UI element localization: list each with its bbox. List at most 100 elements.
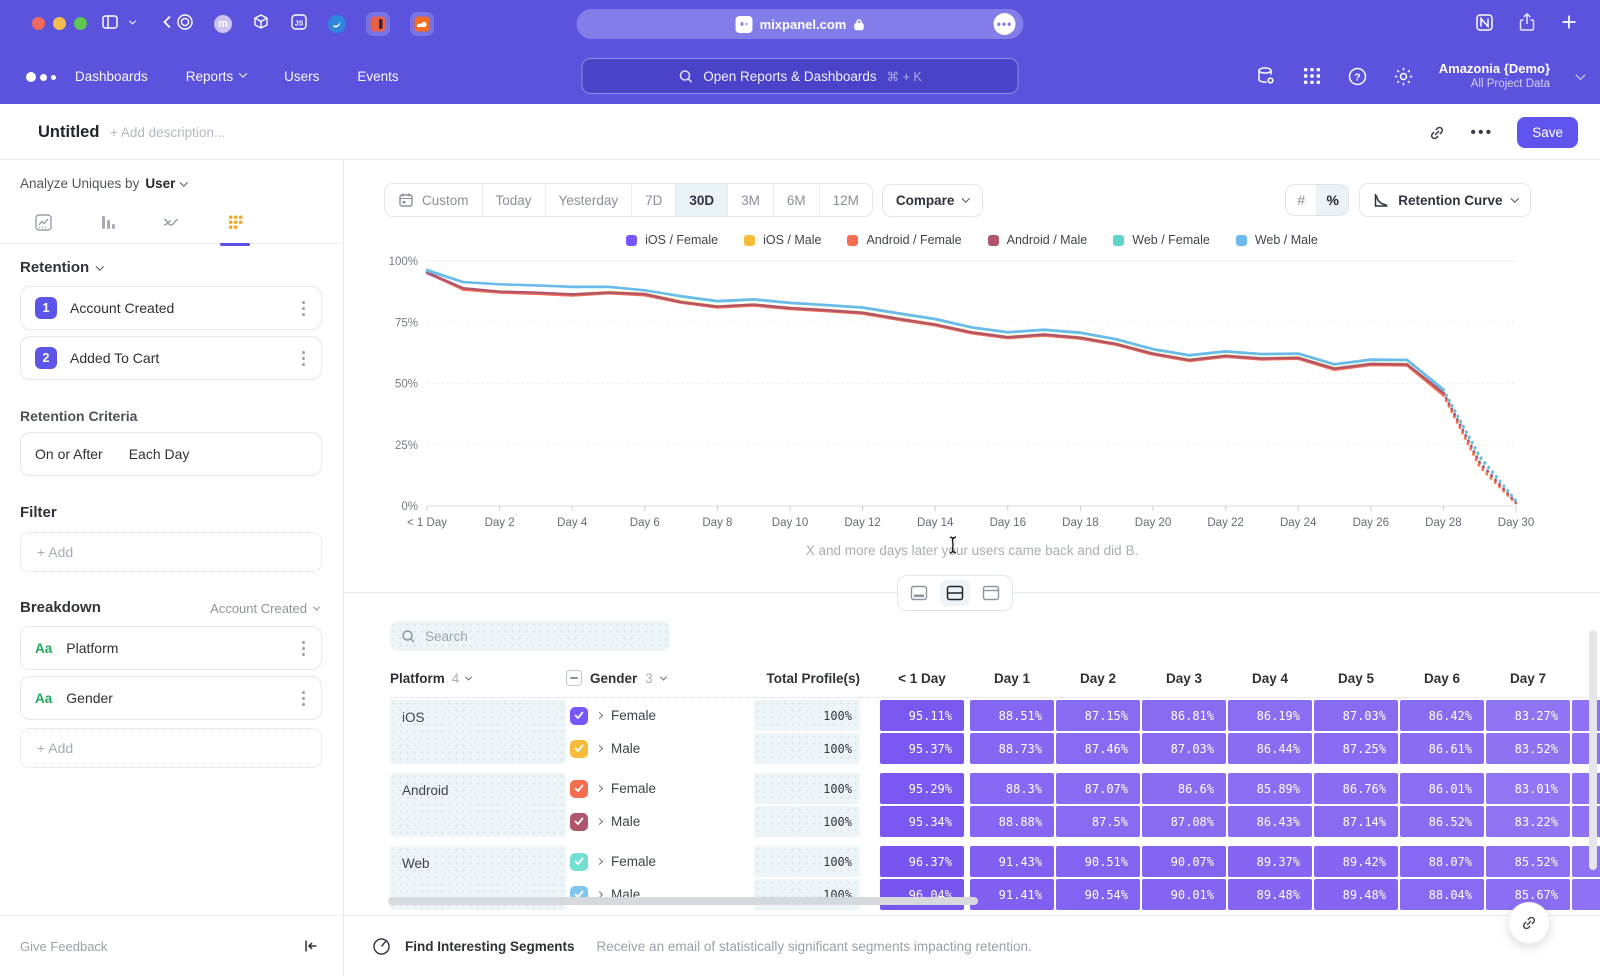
expand-row-icon[interactable] [596, 785, 603, 792]
retention-value-cell[interactable]: 96.04% [880, 879, 964, 910]
day-header[interactable]: Day 4 [1228, 671, 1312, 686]
retention-value-cell[interactable]: 85.89% [1228, 773, 1312, 804]
retention-value-cell[interactable]: 86.42% [1400, 700, 1484, 731]
day-header[interactable]: Day 1 [970, 671, 1054, 686]
retention-value-cell[interactable]: 90.07% [1142, 846, 1226, 877]
retention-value-cell[interactable]: 96.37% [880, 846, 964, 877]
range-7d[interactable]: 7D [632, 184, 676, 216]
breakdown-platform-menu-icon[interactable] [298, 637, 309, 660]
retention-value-cell[interactable]: 87.07% [1056, 773, 1140, 804]
nav-reports[interactable]: Reports [186, 69, 246, 84]
tab-retention[interactable] [214, 207, 256, 238]
range-30d[interactable]: 30D [676, 184, 728, 216]
browser-sidebar-icon[interactable] [100, 12, 120, 32]
address-bar[interactable]: mixpanel.com ••• [577, 9, 1024, 39]
retention-value-cell[interactable]: 86.19% [1228, 700, 1312, 731]
notion-icon[interactable] [1475, 13, 1494, 37]
day-header[interactable]: Day 2 [1056, 671, 1140, 686]
breakdown-gender[interactable]: Aa Gender [20, 676, 322, 720]
retention-value-cell[interactable]: 88.88% [970, 806, 1054, 837]
save-button[interactable]: Save [1517, 117, 1578, 148]
legend-item[interactable]: Web / Female [1113, 233, 1210, 247]
series-checkbox[interactable] [570, 780, 588, 798]
red-extension-icon[interactable] [366, 12, 390, 36]
collapse-sidebar-icon[interactable] [303, 938, 319, 954]
platform-cell[interactable]: Android [390, 773, 566, 837]
retention-value-cell[interactable]: 86.43% [1228, 806, 1312, 837]
nav-users[interactable]: Users [284, 69, 319, 84]
tab-funnels[interactable] [86, 207, 128, 238]
new-tab-icon[interactable] [1560, 13, 1578, 36]
retention-value-cell[interactable]: 88.73% [970, 733, 1054, 764]
expand-row-icon[interactable] [596, 745, 603, 752]
retention-value-cell[interactable]: 87.5% [1056, 806, 1140, 837]
maximize-window-icon[interactable] [74, 17, 87, 30]
retention-chart[interactable]: 100%75%50%25%0%< 1 DayDay 2Day 4Day 6Day… [380, 252, 1556, 542]
chart-type-selector[interactable]: Retention Curve [1359, 183, 1531, 217]
retention-value-cell[interactable]: 83.22% [1486, 806, 1570, 837]
give-feedback-link[interactable]: Give Feedback [20, 939, 107, 954]
breakdown-platform[interactable]: Aa Platform [20, 626, 322, 670]
day-header[interactable]: Day 3 [1142, 671, 1226, 686]
report-description-placeholder[interactable]: + Add description... [110, 125, 225, 140]
series-checkbox[interactable] [570, 853, 588, 871]
breakdown-scope-selector[interactable]: Account Created [210, 601, 319, 616]
criteria-condition[interactable]: On or After [35, 446, 103, 462]
day-header[interactable]: Day 6 [1400, 671, 1484, 686]
total-profiles-header[interactable]: Total Profile(s) [754, 671, 860, 686]
day-header[interactable]: Day 5 [1314, 671, 1398, 686]
retention-value-cell[interactable]: 85.52% [1486, 846, 1570, 877]
retention-value-cell[interactable]: 91.43% [970, 846, 1054, 877]
retention-value-cell[interactable]: 87.03% [1314, 700, 1398, 731]
retention-value-cell[interactable]: 95.34% [880, 806, 964, 837]
layout-chart-only-button[interactable] [904, 580, 934, 606]
global-search[interactable]: Open Reports & Dashboards ⌘ + K [582, 58, 1019, 94]
compare-button[interactable]: Compare [882, 184, 983, 217]
retention-value-cell[interactable]: 95.37% [880, 733, 964, 764]
analyze-entity-selector[interactable]: User [145, 176, 175, 191]
step-1-menu-icon[interactable] [298, 297, 309, 320]
series-checkbox[interactable] [570, 740, 588, 758]
retention-value-cell[interactable]: 90.01% [1142, 879, 1226, 910]
retention-value-cell[interactable]: 83.01% [1486, 773, 1570, 804]
range-custom[interactable]: Custom [385, 184, 483, 216]
breakdown-gender-menu-icon[interactable] [298, 687, 309, 710]
retention-value-cell[interactable]: 89.37% [1228, 846, 1312, 877]
retention-value-cell[interactable]: 95.29% [880, 773, 964, 804]
tab-flows[interactable] [150, 207, 192, 238]
js-extension-icon[interactable]: JS [290, 13, 308, 36]
percent-toggle[interactable]: % [1317, 185, 1348, 215]
retention-value-cell[interactable]: 88.04% [1400, 879, 1484, 910]
nav-events[interactable]: Events [357, 69, 398, 84]
criteria-interval[interactable]: Each Day [129, 446, 190, 462]
nav-dashboards[interactable]: Dashboards [75, 69, 148, 84]
data-management-icon[interactable] [1255, 65, 1277, 87]
legend-item[interactable]: Web / Male [1236, 233, 1318, 247]
range-today[interactable]: Today [483, 184, 546, 216]
layout-table-only-button[interactable] [976, 580, 1006, 606]
project-switcher[interactable]: Amazonia {Demo} All Project Data [1439, 61, 1550, 92]
retention-value-cell[interactable]: 87.14% [1314, 806, 1398, 837]
retention-value-cell[interactable]: 89.48% [1228, 879, 1312, 910]
day-header[interactable]: < 1 Day [880, 671, 964, 686]
retention-value-cell[interactable]: 88.07% [1400, 846, 1484, 877]
share-link-button[interactable] [1508, 902, 1550, 944]
retention-section-header[interactable]: Retention [20, 259, 103, 276]
range-3m[interactable]: 3M [728, 184, 774, 216]
settings-gear-icon[interactable] [1393, 66, 1414, 87]
retention-value-cell[interactable]: 83.27% [1486, 700, 1570, 731]
retention-value-cell[interactable]: 88.51% [970, 700, 1054, 731]
add-breakdown-button[interactable]: + Add [20, 728, 322, 768]
retention-value-cell[interactable]: 86.52% [1400, 806, 1484, 837]
retention-value-cell[interactable]: 90.54% [1056, 879, 1140, 910]
expand-row-icon[interactable] [596, 818, 603, 825]
series-checkbox[interactable] [570, 813, 588, 831]
close-window-icon[interactable] [32, 17, 45, 30]
retention-criteria-card[interactable]: On or After Each Day [20, 432, 322, 476]
share-icon[interactable] [1518, 12, 1536, 37]
retention-value-cell[interactable]: 87.46% [1056, 733, 1140, 764]
range-12m[interactable]: 12M [820, 184, 872, 216]
copy-link-icon[interactable] [1428, 124, 1446, 142]
retention-value-cell[interactable]: 86.01% [1400, 773, 1484, 804]
legend-item[interactable]: iOS / Female [626, 233, 718, 247]
